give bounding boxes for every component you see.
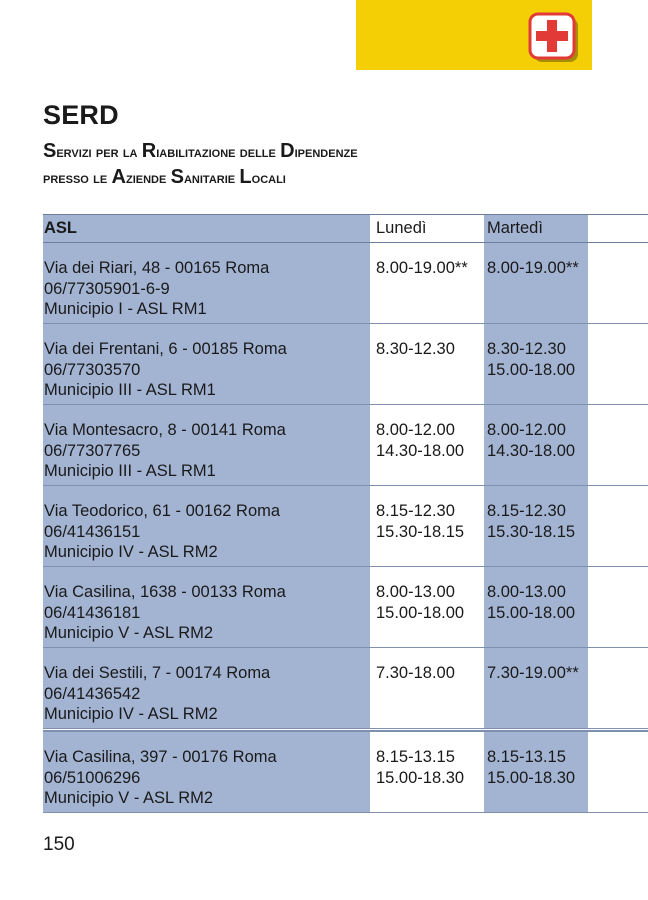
address: Via Casilina, 397 - 00176 Roma [44, 748, 277, 766]
serd-table: ASL Lunedì Martedì Via dei Riari, 48 - 0… [43, 214, 648, 813]
area: Municipio III - ASL RM1 [44, 462, 216, 480]
tuesday-hours: 8.30-12.30 15.00-18.00 [487, 340, 576, 379]
table-row: Via dei Frentani, 6 - 00185 Roma 06/7730… [43, 324, 648, 405]
area: Municipio V - ASL RM2 [44, 624, 214, 642]
address: Via Casilina, 1638 - 00133 Roma [44, 583, 286, 601]
header-tuesday: Martedì [487, 219, 543, 237]
service-address-cell: Via Casilina, 397 - 00176 Roma 06/510062… [44, 747, 277, 809]
area: Municipio III - ASL RM1 [44, 381, 216, 399]
tuesday-hours: 8.15-13.15 15.00-18.30 [487, 748, 576, 787]
monday-hours: 8.00-19.00** [376, 259, 468, 277]
first-aid-icon [528, 12, 578, 62]
header-monday: Lunedì [376, 219, 427, 237]
monday-hours: 7.30-18.00 [376, 664, 455, 682]
tuesday-hours: 8.00-13.00 15.00-18.00 [487, 583, 576, 622]
address: Via Montesacro, 8 - 00141 Roma [44, 421, 286, 439]
phone: 06/41436542 [44, 684, 141, 703]
asl-column-band [43, 215, 370, 242]
tuesday-hours: 7.30-19.00** [487, 664, 579, 682]
phone: 06/41436151 [44, 522, 141, 541]
table-row: Via Casilina, 1638 - 00133 Roma 06/41436… [43, 567, 648, 648]
service-address-cell: Via Teodorico, 61 - 00162 Roma 06/414361… [44, 501, 280, 563]
phone: 06/77303570 [44, 360, 141, 379]
address: Via dei Riari, 48 - 00165 Roma [44, 259, 270, 277]
service-address-cell: Via dei Frentani, 6 - 00185 Roma 06/7730… [44, 339, 287, 401]
tuesday-hours: 8.15-12.30 15.30-18.15 [487, 502, 576, 541]
area: Municipio I - ASL RM1 [44, 300, 207, 318]
table-row: Via Teodorico, 61 - 00162 Roma 06/414361… [43, 486, 648, 567]
phone: 06/77305901-6-9 [44, 279, 170, 298]
area: Municipio IV - ASL RM2 [44, 705, 218, 723]
monday-hours: 8.15-13.15 15.00-18.30 [376, 748, 465, 787]
table-row: Via Casilina, 397 - 00176 Roma 06/510062… [43, 730, 648, 813]
tuesday-hours: 8.00-12.00 14.30-18.00 [487, 421, 576, 460]
phone: 06/77307765 [44, 441, 141, 460]
tuesday-hours: 8.00-19.00** [487, 259, 579, 277]
address: Via Teodorico, 61 - 00162 Roma [44, 502, 281, 520]
table-row: Via Montesacro, 8 - 00141 Roma 06/773077… [43, 405, 648, 486]
address: Via dei Sestili, 7 - 00174 Roma [44, 664, 271, 682]
service-address-cell: Via Montesacro, 8 - 00141 Roma 06/773077… [44, 420, 286, 482]
service-address-cell: Via dei Sestili, 7 - 00174 Roma 06/41436… [44, 663, 270, 725]
table-row: Via dei Riari, 48 - 00165 Roma 06/773059… [43, 243, 648, 324]
monday-hours: 8.00-13.00 15.00-18.00 [376, 583, 465, 622]
table-row: Via dei Sestili, 7 - 00174 Roma 06/41436… [43, 648, 648, 729]
area: Municipio IV - ASL RM2 [44, 543, 218, 561]
area: Municipio V - ASL RM2 [44, 789, 214, 807]
service-address-cell: Via Casilina, 1638 - 00133 Roma 06/41436… [44, 582, 286, 644]
service-address-cell: Via dei Riari, 48 - 00165 Roma 06/773059… [44, 258, 269, 320]
phone: 06/41436181 [44, 603, 141, 622]
monday-hours: 8.30-12.30 [376, 340, 455, 358]
page-title: SERD [43, 100, 119, 130]
phone: 06/51006296 [44, 768, 141, 787]
monday-hours: 8.00-12.00 14.30-18.00 [376, 421, 465, 460]
table-header: ASL Lunedì Martedì [43, 214, 648, 243]
page-subtitle: Servizi per la Riabilitazione delle Dipe… [43, 140, 358, 188]
page-number: 150 [43, 834, 75, 855]
header-asl: ASL [44, 219, 77, 237]
monday-hours: 8.15-12.30 15.30-18.15 [376, 502, 465, 541]
address: Via dei Frentani, 6 - 00185 Roma [44, 340, 287, 358]
